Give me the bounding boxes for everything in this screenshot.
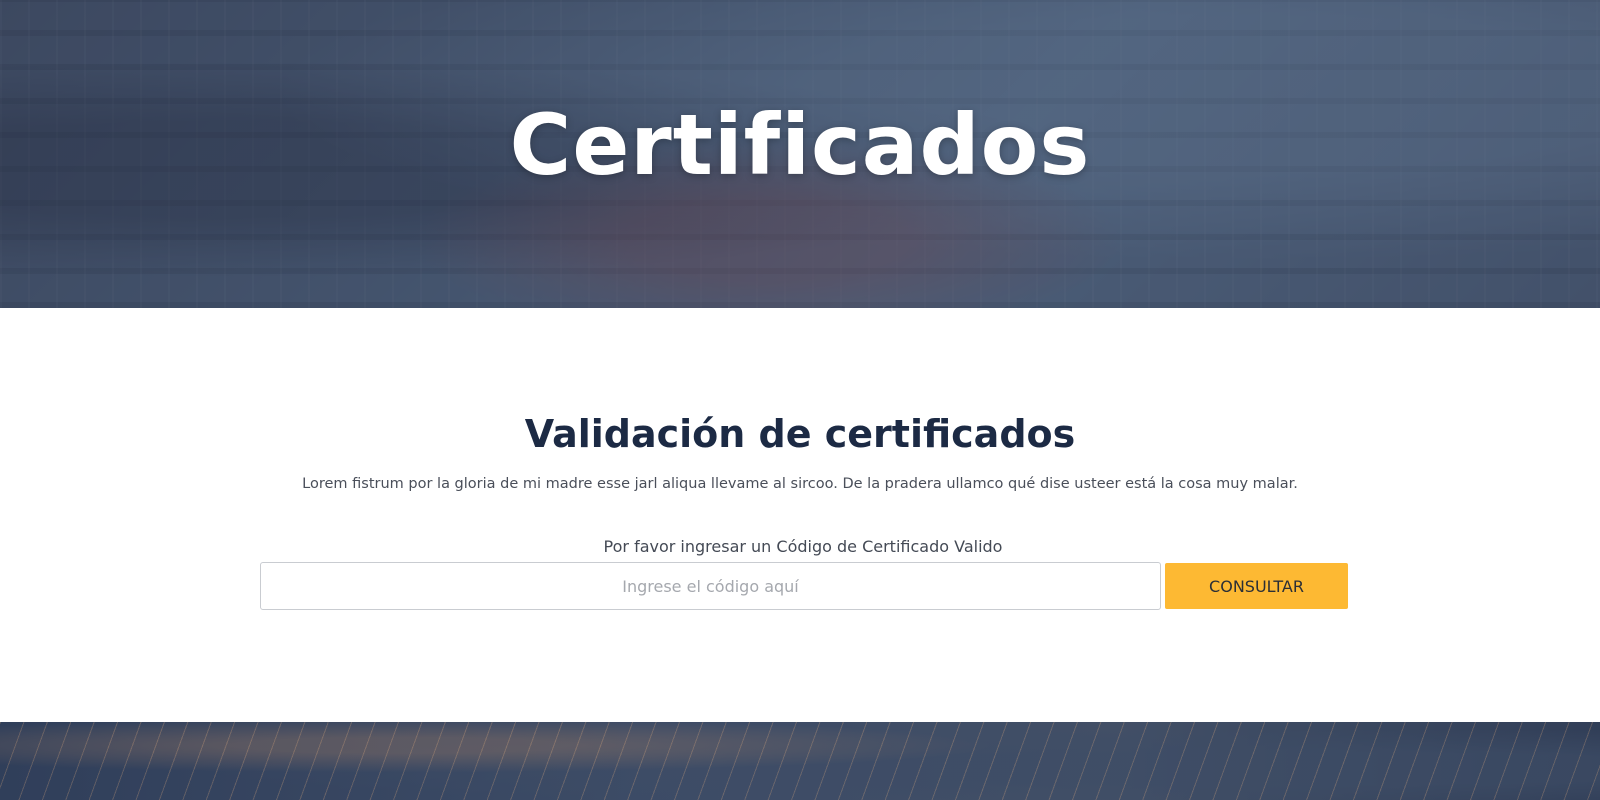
certificate-code-label: Por favor ingresar un Código de Certific…	[603, 537, 1003, 556]
certificate-validation-section: Validación de certificados Lorem fistrum…	[0, 308, 1600, 722]
page-title: Certificados	[509, 96, 1091, 194]
certificate-code-input[interactable]	[260, 562, 1161, 610]
footer-image-band	[0, 722, 1600, 800]
section-title: Validación de certificados	[524, 412, 1076, 456]
section-description: Lorem fistrum por la gloria de mi madre …	[302, 476, 1298, 492]
hero-banner: Certificados	[0, 0, 1600, 308]
consult-button[interactable]: CONSULTAR	[1165, 563, 1348, 609]
